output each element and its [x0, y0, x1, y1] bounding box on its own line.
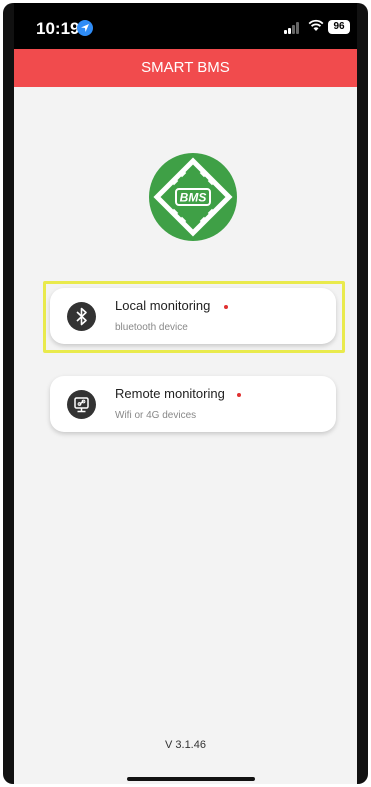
bms-logo: BMS — [149, 153, 237, 241]
remote-monitoring-option[interactable]: Remote monitoring Wifi or 4G devices — [50, 376, 336, 432]
home-indicator[interactable] — [127, 777, 255, 781]
wifi-icon — [308, 19, 324, 37]
local-monitoring-option[interactable]: Local monitoring bluetooth device — [50, 288, 336, 344]
bluetooth-icon — [67, 302, 96, 331]
logo-text: BMS — [180, 191, 207, 205]
app-screen: 10:19 96 SMART BMS BMS Local monitoring … — [14, 3, 357, 784]
cellular-signal-icon — [284, 22, 302, 34]
status-dot — [237, 393, 241, 397]
local-monitoring-title: Local monitoring — [115, 298, 211, 313]
local-monitoring-subtitle: bluetooth device — [115, 322, 188, 333]
location-arrow-icon — [77, 20, 93, 36]
remote-monitoring-subtitle: Wifi or 4G devices — [115, 410, 197, 421]
status-dot — [224, 305, 228, 309]
app-title: SMART BMS — [14, 49, 357, 87]
status-time: 10:19 — [36, 19, 80, 38]
remote-monitor-icon — [67, 390, 96, 419]
status-bar: 10:19 96 — [14, 3, 357, 49]
phone-frame: 10:19 96 SMART BMS BMS Local monitoring … — [3, 3, 368, 784]
battery-indicator: 96 — [328, 20, 350, 34]
remote-monitoring-title: Remote monitoring — [115, 386, 225, 401]
app-version: V 3.1.46 — [165, 739, 206, 751]
